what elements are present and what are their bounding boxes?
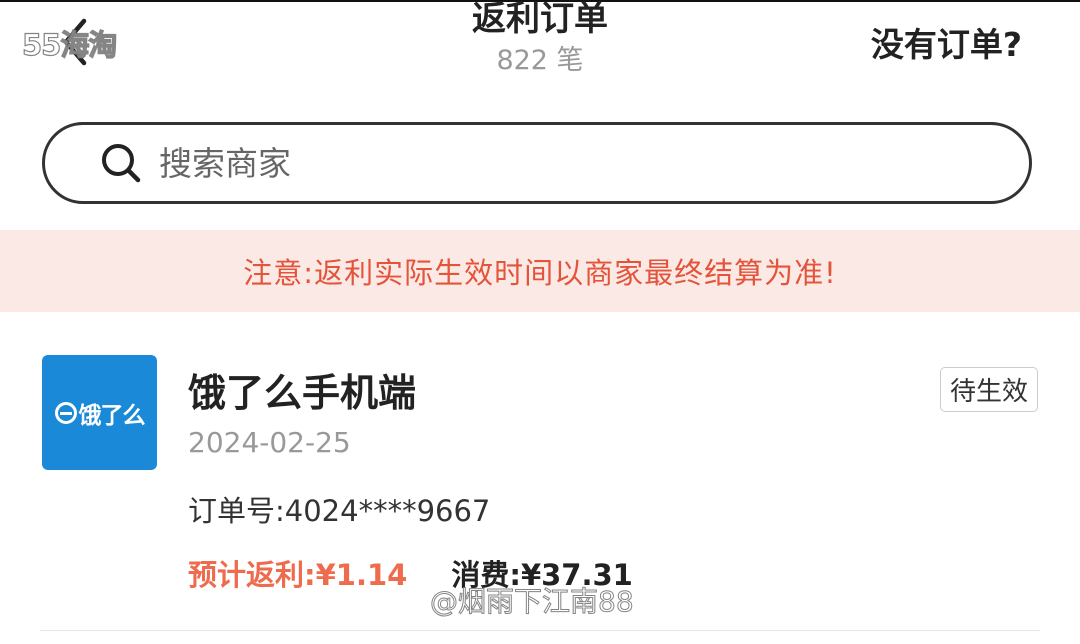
- search-input[interactable]: [157, 142, 941, 184]
- order-number-label: 订单号:: [188, 494, 285, 528]
- rebate-label: 预计返利:: [188, 558, 316, 592]
- back-button[interactable]: [40, 12, 110, 72]
- page-title: 返利订单: [472, 0, 608, 39]
- amount-row: 预计返利:¥1.14 消费:¥37.31: [188, 552, 633, 594]
- page: 55海淘 返利订单 822 笔 没有订单? 注意:返利实际生效时间以商家最终结算…: [0, 0, 1080, 644]
- search-icon: [99, 141, 143, 185]
- merchant-name: 饿了么手机端: [188, 371, 417, 415]
- chevron-left-icon: [63, 18, 87, 66]
- order-count: 822 笔: [496, 45, 584, 76]
- title-block: 返利订单 822 笔: [340, 0, 740, 79]
- search-box[interactable]: [42, 122, 1032, 204]
- spend-label: 消费:: [451, 558, 521, 592]
- rebate-value: ¥1.14: [315, 558, 408, 592]
- spend-value: ¥37.31: [520, 558, 633, 592]
- header: 55海淘 返利订单 822 笔 没有订单?: [0, 0, 1080, 96]
- order-card[interactable]: 饿了么 饿了么手机端 待生效 2024-02-25 订单号:4024****96…: [0, 312, 1080, 644]
- no-order-button[interactable]: 没有订单?: [871, 18, 1022, 66]
- notice-text: 注意:返利实际生效时间以商家最终结算为准!: [243, 256, 837, 290]
- order-date: 2024-02-25: [188, 426, 351, 459]
- divider: [40, 630, 1040, 631]
- eleme-e-icon: [54, 401, 77, 424]
- order-number: 4024****9667: [284, 494, 491, 528]
- order-number-row: 订单号:4024****9667: [188, 488, 490, 530]
- notice-bar: 注意:返利实际生效时间以商家最终结算为准!: [0, 230, 1080, 312]
- status-badge: 待生效: [940, 367, 1038, 412]
- rebate-group: 预计返利:¥1.14: [188, 552, 407, 594]
- spend-group: 消费:¥37.31: [451, 552, 633, 594]
- merchant-logo: 饿了么: [42, 355, 157, 470]
- merchant-logo-text: 饿了么: [54, 396, 146, 430]
